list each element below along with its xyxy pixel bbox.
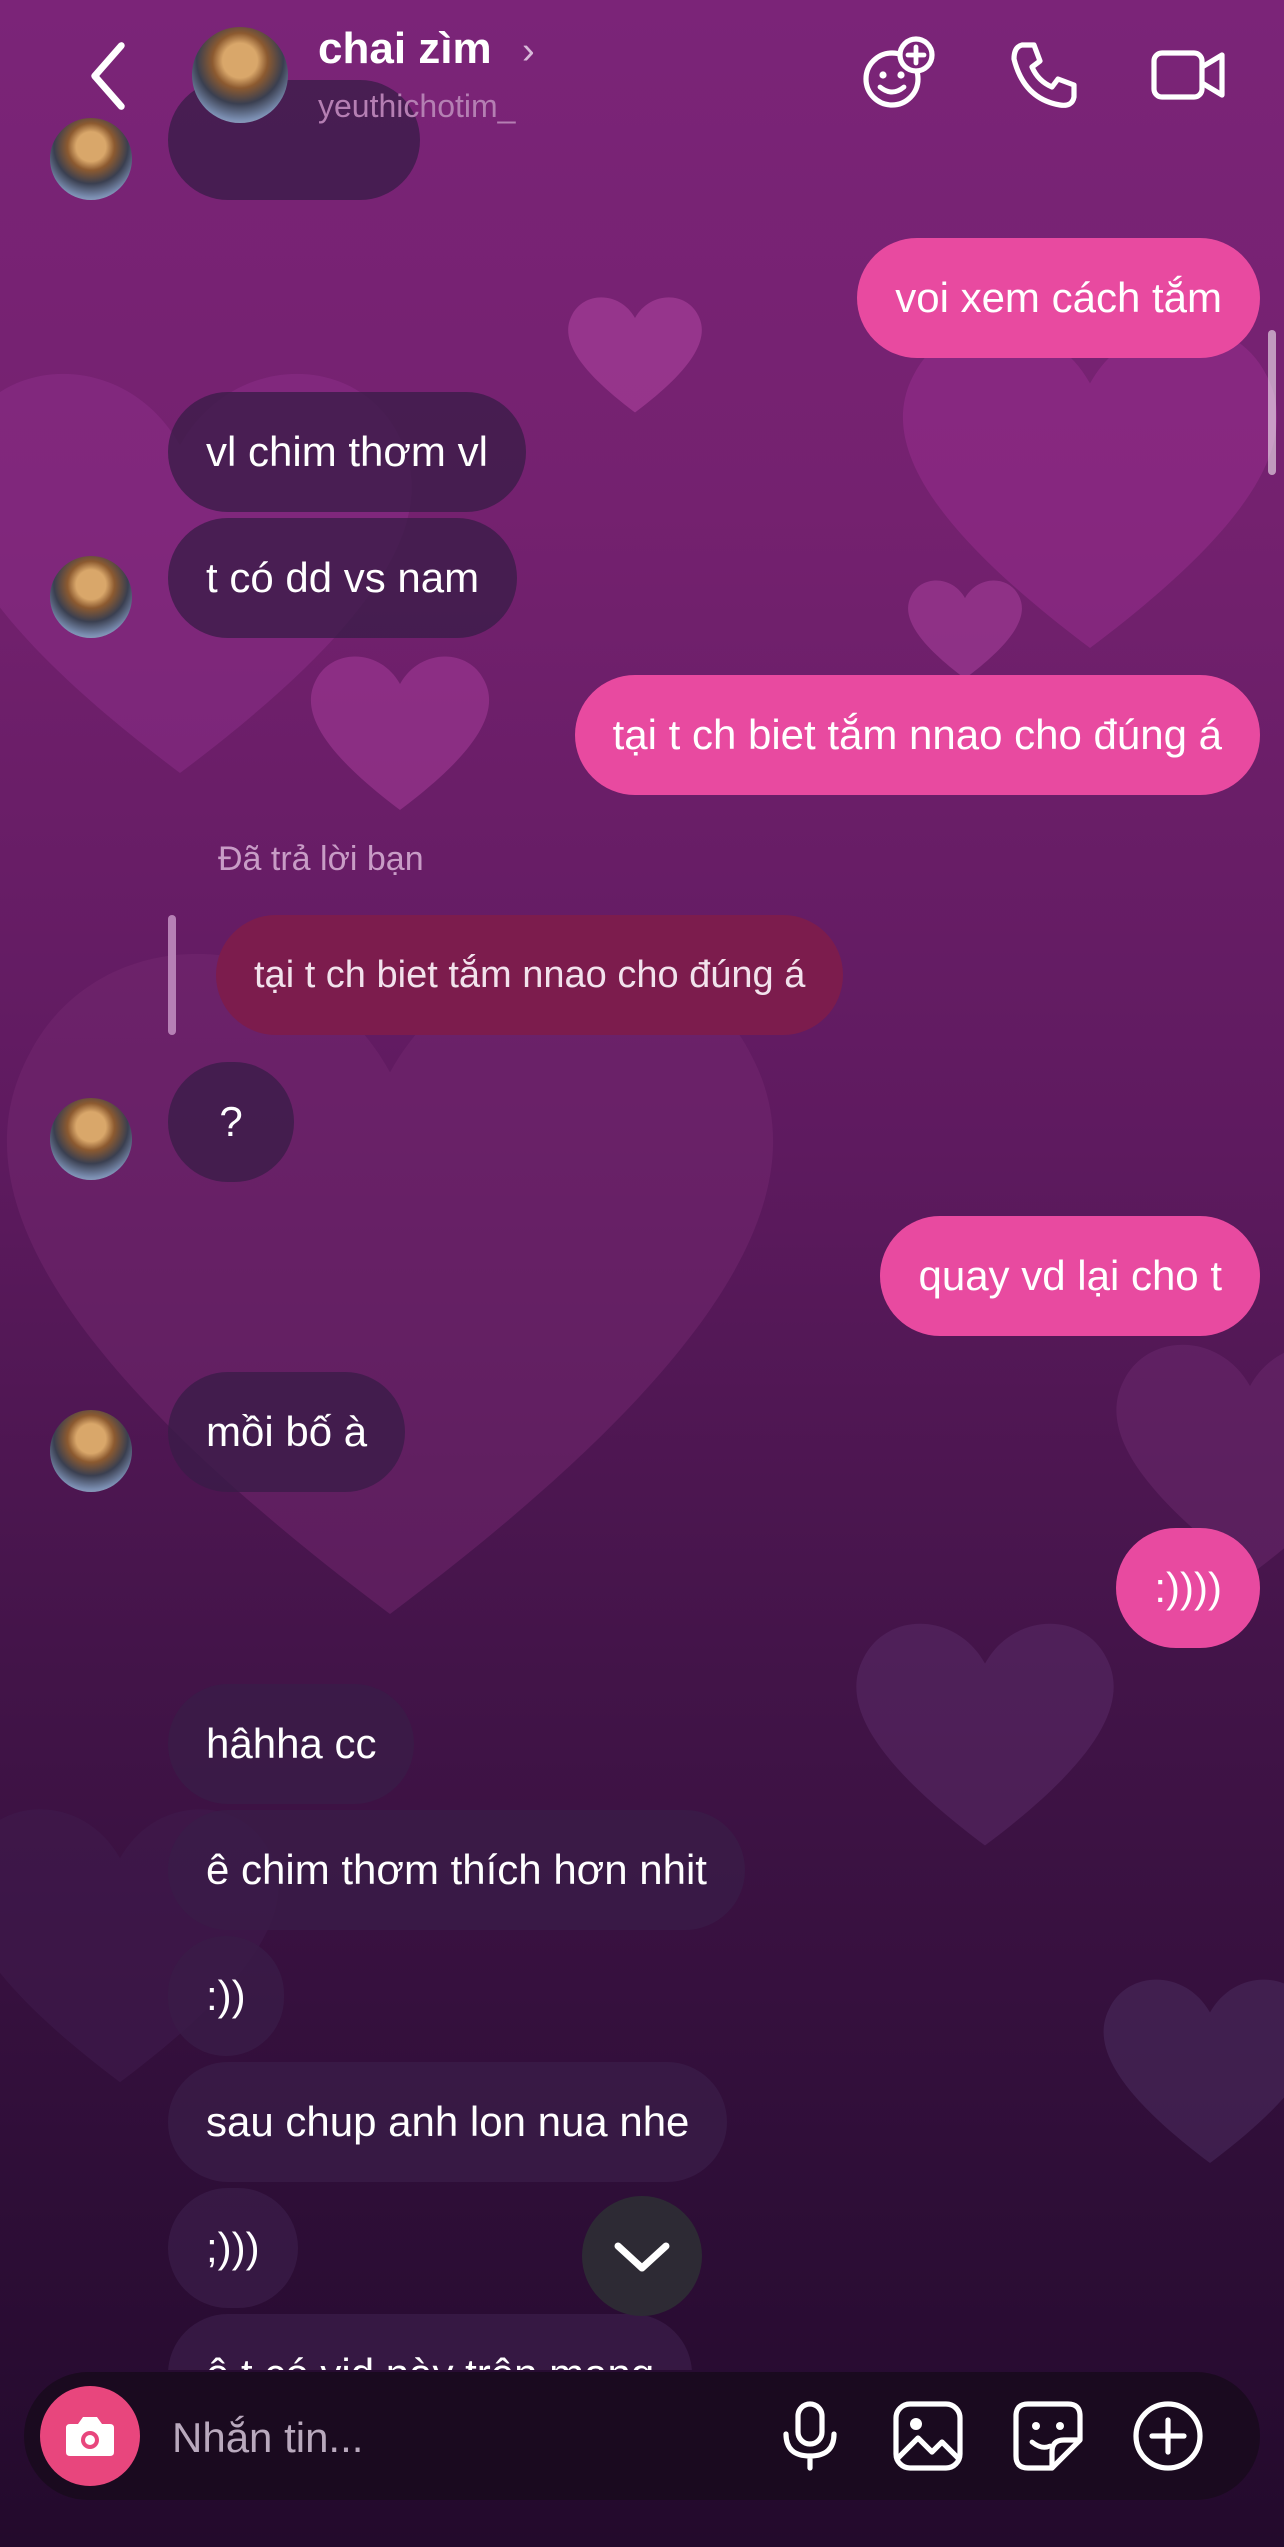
- message-list[interactable]: voi xem cách tắm vl chim thơm vl t có dd…: [0, 0, 1284, 2370]
- contact-name[interactable]: chai zìm: [318, 24, 492, 74]
- message-incoming[interactable]: t có dd vs nam: [168, 518, 518, 638]
- quoted-message[interactable]: tại t ch biet tắm nnao cho đúng á: [216, 915, 844, 1035]
- chat-header: chai zìm › yeuthichotim_: [0, 0, 1284, 150]
- chevron-down-icon: [614, 2242, 670, 2272]
- message-outgoing[interactable]: quay vd lại cho t: [880, 1216, 1260, 1336]
- plus-icon[interactable]: [1128, 2396, 1208, 2476]
- message-outgoing[interactable]: :)))): [1116, 1528, 1260, 1648]
- image-icon[interactable]: [888, 2396, 968, 2476]
- message-incoming[interactable]: ;))): [168, 2188, 298, 2308]
- video-icon[interactable]: [1148, 35, 1228, 115]
- reply-label: Đã trả lời bạn: [218, 840, 424, 878]
- message-composer: [24, 2372, 1260, 2500]
- message-incoming[interactable]: vl chim thơm vl: [168, 392, 526, 512]
- scroll-to-bottom-button[interactable]: [582, 2196, 702, 2316]
- message-outgoing[interactable]: voi xem cách tắm: [857, 238, 1260, 358]
- scrollbar[interactable]: [1268, 330, 1276, 475]
- reply-quote-bar: [168, 915, 176, 1035]
- message-input[interactable]: [170, 2402, 754, 2474]
- phone-icon[interactable]: [1004, 35, 1084, 115]
- message-incoming[interactable]: sau chup anh lon nua nhe: [168, 2062, 728, 2182]
- message-outgoing[interactable]: tại t ch biet tắm nnao cho đúng á: [574, 675, 1260, 795]
- camera-button[interactable]: [40, 2386, 140, 2486]
- avatar[interactable]: [50, 1410, 132, 1492]
- effects-icon[interactable]: [858, 35, 938, 115]
- chevron-right-icon[interactable]: ›: [522, 30, 535, 73]
- sticker-icon[interactable]: [1008, 2396, 1088, 2476]
- avatar[interactable]: [50, 556, 132, 638]
- message-incoming[interactable]: :)): [168, 1936, 284, 2056]
- contact-username[interactable]: yeuthichotim_: [318, 88, 515, 125]
- message-incoming[interactable]: ?: [168, 1062, 294, 1182]
- avatar[interactable]: [192, 27, 288, 123]
- message-incoming[interactable]: mồi bố à: [168, 1372, 406, 1492]
- message-incoming[interactable]: ê t có vid này trên mạng: [168, 2314, 693, 2370]
- message-incoming[interactable]: ê chim thơm thích hơn nhit: [168, 1810, 745, 1930]
- message-incoming[interactable]: hâhha cc: [168, 1684, 415, 1804]
- microphone-icon[interactable]: [770, 2396, 850, 2476]
- camera-icon: [66, 2417, 114, 2456]
- back-icon[interactable]: [78, 38, 138, 114]
- avatar[interactable]: [50, 1098, 132, 1180]
